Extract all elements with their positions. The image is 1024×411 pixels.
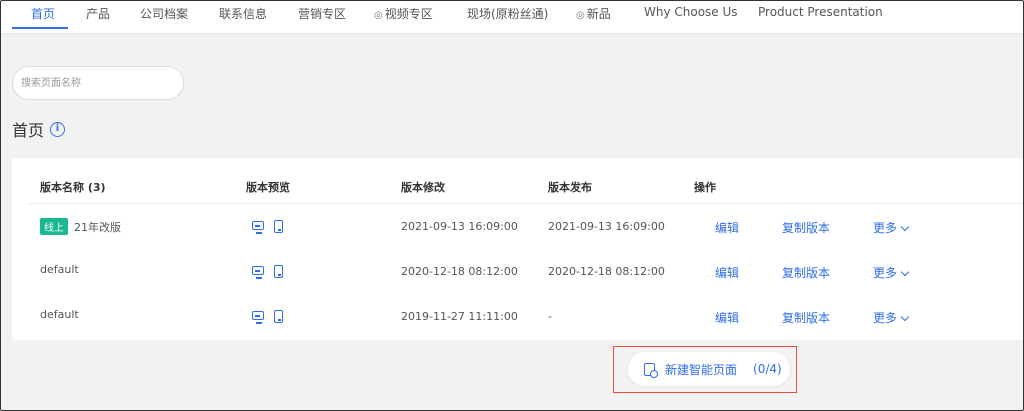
edit-link[interactable]: 编辑 (715, 264, 739, 281)
tab-video[interactable]: ◎视频专区 (374, 5, 433, 29)
tab-home[interactable]: 首页 (31, 5, 55, 29)
row-name: default (40, 308, 79, 321)
tab-why-choose-us[interactable]: Why Choose Us (644, 5, 738, 29)
online-badge: 线上 (40, 218, 68, 235)
row-name: 21年改版 (74, 221, 121, 234)
row-modified: 2021-09-13 16:09:00 (401, 220, 518, 233)
preview-icons (252, 220, 283, 233)
page-title: 首页 i (12, 117, 65, 141)
col-header-name: 版本名称 (3) (40, 179, 106, 195)
more-dropdown[interactable]: 更多 (873, 309, 908, 326)
new-page-icon (644, 363, 655, 376)
col-header-actions: 操作 (694, 179, 716, 195)
mobile-preview-icon[interactable] (274, 310, 283, 323)
versions-table: 版本名称 (3) 版本预览 版本修改 版本发布 操作 线上 21年改版 2021-… (12, 158, 1024, 340)
search-input[interactable] (12, 66, 184, 100)
row-modified: 2019-11-27 11:11:00 (401, 310, 518, 323)
col-header-preview: 版本预览 (246, 179, 290, 195)
more-label: 更多 (873, 311, 897, 325)
more-label: 更多 (873, 221, 897, 235)
eye-icon: ◎ (374, 10, 383, 21)
page-count: (0/4) (753, 362, 782, 376)
chevron-down-icon (901, 268, 909, 276)
copy-version-link[interactable]: 复制版本 (782, 264, 830, 281)
row-published: 2021-09-13 16:09:00 (548, 220, 665, 233)
active-tab-indicator (12, 27, 68, 29)
new-smart-page-label: 新建智能页面 (665, 361, 737, 378)
col-header-modified: 版本修改 (401, 179, 445, 195)
preview-icons (252, 265, 283, 278)
new-smart-page-button[interactable]: 新建智能页面 (0/4) (628, 352, 790, 386)
header-divider (28, 203, 1024, 204)
tab-new-products[interactable]: ◎新品 (576, 5, 611, 29)
tab-company-profile[interactable]: 公司档案 (140, 5, 188, 29)
desktop-preview-icon[interactable] (252, 266, 264, 275)
tab-products[interactable]: 产品 (86, 5, 110, 29)
mobile-preview-icon[interactable] (274, 265, 283, 278)
tab-video-label: 视频专区 (385, 7, 433, 21)
row-published: - (548, 310, 552, 323)
edit-link[interactable]: 编辑 (715, 309, 739, 326)
mobile-preview-icon[interactable] (274, 220, 283, 233)
row-modified: 2020-12-18 08:12:00 (401, 265, 518, 278)
info-icon[interactable]: i (50, 122, 65, 137)
chevron-down-icon (901, 313, 909, 321)
eye-icon: ◎ (576, 10, 585, 21)
copy-version-link[interactable]: 复制版本 (782, 219, 830, 236)
more-dropdown[interactable]: 更多 (873, 219, 908, 236)
row-name-cell: 线上 21年改版 (40, 218, 121, 235)
preview-icons (252, 310, 283, 323)
row-name-cell: default (40, 308, 79, 321)
edit-link[interactable]: 编辑 (715, 219, 739, 236)
more-dropdown[interactable]: 更多 (873, 264, 908, 281)
copy-version-link[interactable]: 复制版本 (782, 309, 830, 326)
more-label: 更多 (873, 266, 897, 280)
tab-live[interactable]: 现场(原粉丝通) (467, 5, 548, 29)
desktop-preview-icon[interactable] (252, 311, 264, 320)
chevron-down-icon (901, 223, 909, 231)
tab-new-products-label: 新品 (587, 7, 611, 21)
tab-contact-info[interactable]: 联系信息 (219, 5, 267, 29)
tab-product-presentation[interactable]: Product Presentation (758, 5, 883, 29)
desktop-preview-icon[interactable] (252, 221, 264, 230)
col-header-published: 版本发布 (548, 179, 592, 195)
row-published: 2020-12-18 08:12:00 (548, 265, 665, 278)
row-name-cell: default (40, 263, 79, 276)
tab-marketing[interactable]: 营销专区 (298, 5, 346, 29)
row-name: default (40, 263, 79, 276)
top-nav: 首页 产品 公司档案 联系信息 营销专区 ◎视频专区 现场(原粉丝通) ◎新品 … (0, 0, 1024, 34)
page-title-text: 首页 (12, 117, 44, 141)
